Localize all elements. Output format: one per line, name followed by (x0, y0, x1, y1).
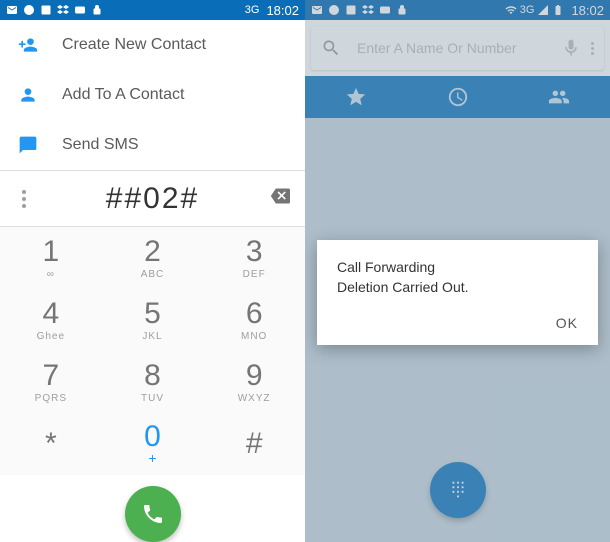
backspace-button[interactable] (267, 186, 295, 211)
person-icon (18, 85, 38, 105)
dialog-line-2: Deletion Carried Out. (337, 278, 578, 298)
key-hash[interactable]: # (203, 413, 305, 475)
keypad: 1∞ 2ABC 3DEF 4Ghee 5JKL 6MNO 7PQRS 8TUV … (0, 226, 305, 475)
youtube-icon (74, 4, 86, 16)
send-sms-label: Send SMS (62, 136, 138, 154)
call-button[interactable] (125, 486, 181, 542)
key-9[interactable]: 9WXYZ (203, 351, 305, 413)
dialed-number: ##02# (38, 182, 267, 216)
network-label: 3G (245, 4, 260, 16)
key-star[interactable]: * (0, 413, 102, 475)
key-3[interactable]: 3DEF (203, 227, 305, 289)
dialog-ok-button[interactable]: OK (556, 315, 578, 331)
status-bar: 3G 18:02 (0, 0, 305, 20)
sms-icon (18, 135, 38, 155)
key-4[interactable]: 4Ghee (0, 289, 102, 351)
phone-icon (141, 502, 165, 526)
number-display-row: ##02# (0, 170, 305, 226)
key-2[interactable]: 2ABC (102, 227, 204, 289)
telegram-icon (23, 4, 35, 16)
alert-dialog: Call Forwarding Deletion Carried Out. OK (317, 240, 598, 345)
overflow-menu[interactable] (10, 190, 38, 208)
image-icon (40, 4, 52, 16)
lock-icon (91, 4, 103, 16)
mail-icon (6, 4, 18, 16)
key-6[interactable]: 6MNO (203, 289, 305, 351)
create-contact-label: Create New Contact (62, 36, 206, 54)
create-contact-item[interactable]: Create New Contact (0, 20, 305, 70)
action-menu: Create New Contact Add To A Contact Send… (0, 20, 305, 170)
add-to-contact-item[interactable]: Add To A Contact (0, 70, 305, 120)
contacts-screen: 3G 18:02 Enter A Name Or Number Call For (305, 0, 610, 542)
person-add-icon (18, 35, 38, 55)
dropbox-icon (57, 4, 69, 16)
clock: 18:02 (266, 3, 299, 18)
key-5[interactable]: 5JKL (102, 289, 204, 351)
key-1[interactable]: 1∞ (0, 227, 102, 289)
backspace-icon (267, 186, 293, 206)
dialog-line-1: Call Forwarding (337, 258, 578, 278)
key-7[interactable]: 7PQRS (0, 351, 102, 413)
send-sms-item[interactable]: Send SMS (0, 120, 305, 170)
add-to-contact-label: Add To A Contact (62, 86, 184, 104)
dialer-screen: 3G 18:02 Create New Contact Add To A Con… (0, 0, 305, 542)
key-8[interactable]: 8TUV (102, 351, 204, 413)
key-0[interactable]: 0+ (102, 413, 204, 475)
